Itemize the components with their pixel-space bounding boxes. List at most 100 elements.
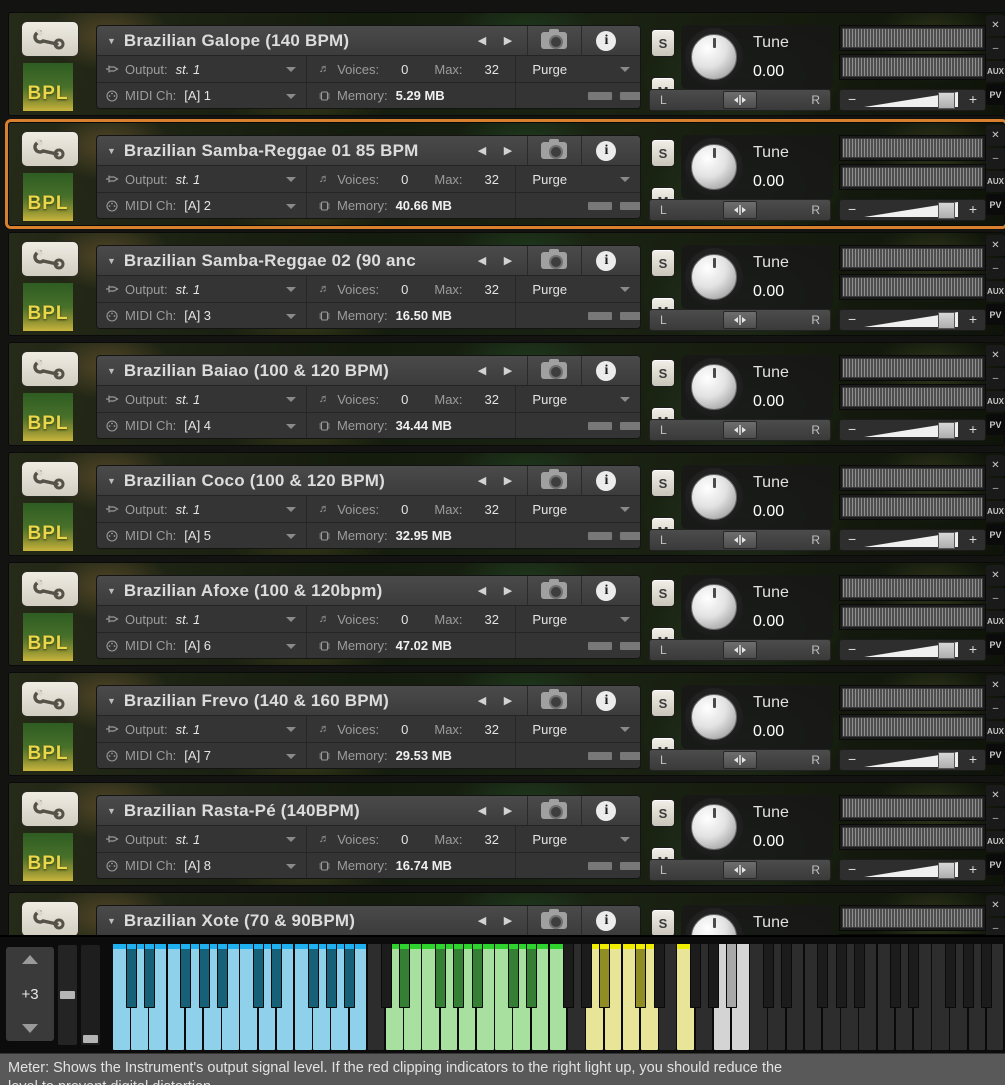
volume-slider[interactable]: − + [839,749,986,771]
remove-instrument-button[interactable]: ✕ [986,235,1005,256]
minimize-button[interactable]: – [986,698,1005,719]
minimize-button[interactable]: – [986,368,1005,389]
pv-button[interactable]: PV [986,854,1005,875]
prev-instrument-button[interactable]: ◀ [469,914,495,927]
chevron-down-icon[interactable] [286,177,297,182]
tune-knob[interactable] [691,364,737,410]
solo-button[interactable]: S [651,139,675,167]
aux-button[interactable]: AUX [986,611,1005,632]
remove-instrument-button[interactable]: ✕ [986,455,1005,476]
edit-instrument-button[interactable] [21,571,79,607]
pan-slider[interactable]: L R [649,419,831,441]
minimize-button[interactable]: – [986,258,1005,279]
volume-slider[interactable]: − + [839,639,986,661]
blue-zone-black-key[interactable] [344,944,356,1008]
instrument-title[interactable]: Brazilian Baiao (100 & 120 BPM) [124,361,469,381]
volume-minus[interactable]: − [848,421,856,437]
tune-knob[interactable] [691,584,737,630]
tune-knob[interactable] [691,254,737,300]
snapshot-camera-button[interactable] [526,576,581,605]
chevron-down-icon[interactable] [620,507,630,512]
chevron-down-icon[interactable]: ▼ [107,146,116,156]
volume-handle[interactable] [938,862,955,879]
info-button[interactable]: i [580,906,631,935]
midi-channel-select[interactable]: MIDI Ch: [A] 2 [97,193,306,218]
volume-slider[interactable]: − + [839,89,986,111]
next-instrument-button[interactable]: ▶ [495,694,521,707]
green-zone-black-key[interactable] [526,944,538,1008]
solo-button[interactable]: S [651,579,675,607]
aux-button[interactable]: AUX [986,391,1005,412]
purge-menu[interactable]: Purge [515,606,640,632]
edit-instrument-button[interactable] [21,351,79,387]
blue-zone-black-key[interactable] [180,944,192,1008]
next-instrument-button[interactable]: ▶ [495,254,521,267]
keyboard-scroll-track[interactable] [81,945,100,1045]
snapshot-camera-button[interactable] [526,246,581,275]
green-zone-black-key[interactable] [453,944,465,1008]
snapshot-camera-button[interactable] [526,136,581,165]
prev-instrument-button[interactable]: ◀ [469,694,495,707]
instrument-title[interactable]: Brazilian Xote (70 & 90BPM) [124,911,469,931]
edit-instrument-button[interactable] [21,681,79,717]
chevron-down-icon[interactable] [286,94,296,99]
volume-plus[interactable]: + [969,311,977,327]
blue-zone-black-key[interactable] [253,944,265,1008]
volume-handle[interactable] [938,202,955,219]
next-instrument-button[interactable]: ▶ [495,804,521,817]
chevron-down-icon[interactable] [286,864,296,869]
aux-button[interactable]: AUX [986,501,1005,522]
pan-handle[interactable] [723,531,757,549]
tune-knob[interactable] [691,34,737,80]
pv-button[interactable]: PV [986,744,1005,765]
midi-channel-select[interactable]: MIDI Ch: [A] 7 [97,743,306,768]
edit-instrument-button[interactable] [21,461,79,497]
remove-instrument-button[interactable]: ✕ [986,895,1005,916]
info-button[interactable]: i [580,576,631,605]
aux-button[interactable]: AUX [986,61,1005,82]
prev-instrument-button[interactable]: ◀ [469,804,495,817]
volume-minus[interactable]: − [848,91,856,107]
unmapped-black-key[interactable] [981,944,993,1008]
snapshot-camera-button[interactable] [526,356,581,385]
aux-button[interactable]: AUX [986,721,1005,742]
volume-handle[interactable] [938,92,955,109]
snapshot-camera-button[interactable] [526,796,581,825]
volume-handle[interactable] [938,532,955,549]
volume-plus[interactable]: + [969,641,977,657]
chevron-down-icon[interactable] [286,314,296,319]
tune-knob[interactable] [691,144,737,190]
instrument-title[interactable]: Brazilian Samba-Reggae 02 (90 anc [124,251,469,271]
blue-zone-black-key[interactable] [216,944,228,1008]
pan-handle[interactable] [723,751,757,769]
instrument-title[interactable]: Brazilian Rasta-Pé (140BPM) [124,801,469,821]
volume-minus[interactable]: − [848,641,856,657]
minimize-button[interactable]: – [986,808,1005,829]
output-select[interactable]: Output: st. 1 [97,56,306,82]
unmapped-black-key[interactable] [853,944,865,1008]
volume-minus[interactable]: − [848,751,856,767]
unmapped-black-key[interactable] [944,944,956,1008]
output-select[interactable]: Output: st. 1 [97,166,306,192]
chevron-down-icon[interactable] [286,67,297,72]
chevron-down-icon[interactable]: ▼ [107,916,116,926]
next-instrument-button[interactable]: ▶ [495,584,521,597]
solo-button[interactable]: S [651,359,675,387]
volume-plus[interactable]: + [969,751,977,767]
unmapped-black-key[interactable] [781,944,793,1008]
blue-zone-black-key[interactable] [271,944,283,1008]
volume-minus[interactable]: − [848,311,856,327]
chevron-down-icon[interactable]: ▼ [107,806,116,816]
info-button[interactable]: i [580,136,631,165]
unmapped-black-key[interactable] [690,944,702,1008]
unmapped-black-key[interactable] [708,944,720,1008]
chevron-down-icon[interactable] [286,617,297,622]
green-zone-black-key[interactable] [435,944,447,1008]
pan-handle[interactable] [723,641,757,659]
remove-instrument-button[interactable]: ✕ [986,345,1005,366]
snapshot-camera-button[interactable] [526,906,581,935]
pan-handle[interactable] [723,421,757,439]
pan-slider[interactable]: L R [649,529,831,551]
snapshot-camera-button[interactable] [526,686,581,715]
chevron-down-icon[interactable] [620,837,630,842]
